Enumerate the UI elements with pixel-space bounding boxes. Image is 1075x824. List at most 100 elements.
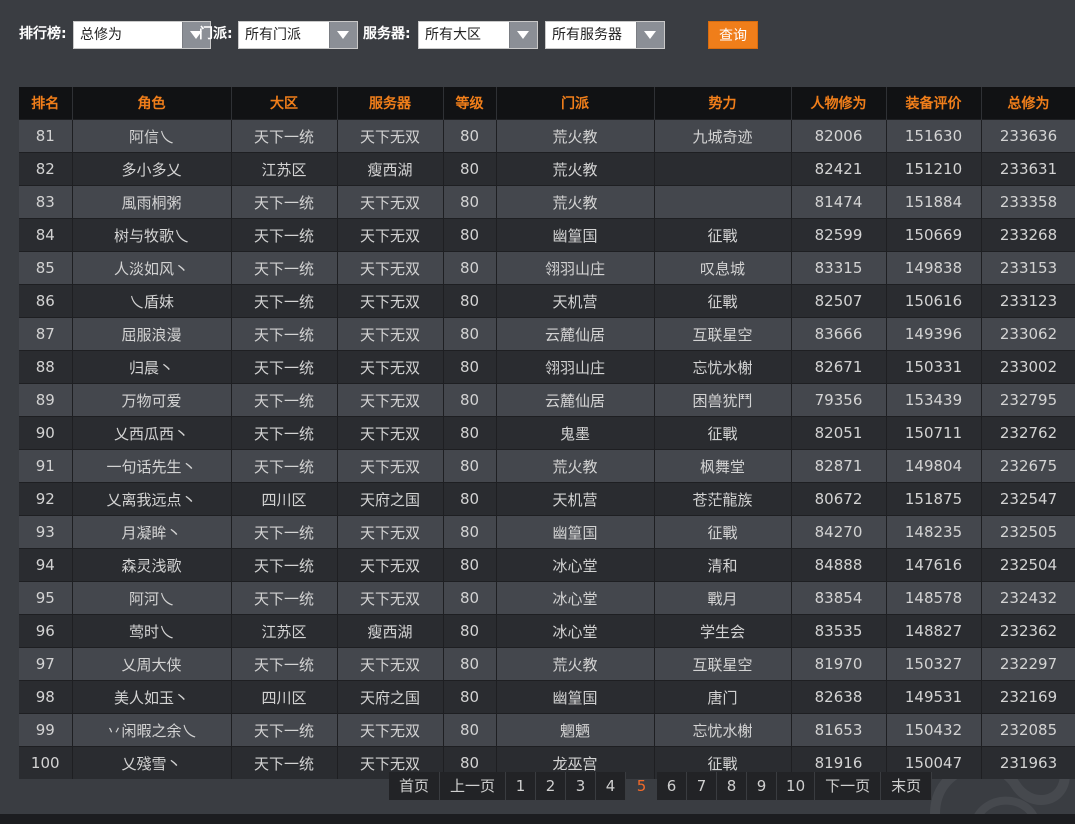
cell-rank: 89	[19, 383, 73, 417]
page-number-button[interactable]: 9	[747, 772, 778, 800]
server-select-value: 所有服务器	[552, 27, 622, 43]
prev-page-button[interactable]: 上一页	[440, 772, 507, 800]
cell-region: 天下一统	[231, 119, 338, 153]
cell-char-cultivation: 84270	[791, 515, 887, 549]
cell-faction: 唐门	[654, 680, 792, 714]
cell-total-cultivation: 233358	[981, 185, 1075, 219]
rank-select[interactable]: 总修为	[73, 21, 211, 49]
page-number-button[interactable]: 8	[717, 772, 748, 800]
cell-character: 人淡如风丶	[72, 251, 232, 285]
page-number-button[interactable]: 1	[506, 772, 537, 800]
cell-rank: 94	[19, 548, 73, 582]
cell-total-cultivation: 233636	[981, 119, 1075, 153]
cell-char-cultivation: 82421	[791, 152, 887, 186]
cell-sect: 翎羽山庄	[496, 350, 655, 384]
cell-total-cultivation: 232505	[981, 515, 1075, 549]
cell-sect: 荒火教	[496, 185, 655, 219]
cell-equip-score: 150711	[886, 416, 982, 450]
rank-select-value: 总修为	[80, 27, 122, 43]
table-row: 91 一句话先生丶 天下一统 天下无双 80 荒火教 枫舞堂 82871 149804 23267…	[19, 449, 1075, 483]
column-header-char-cultivation: 人物修为	[791, 87, 887, 120]
cell-faction: 枫舞堂	[654, 449, 792, 483]
sect-label: 门派:	[199, 26, 233, 42]
chevron-down-icon[interactable]	[509, 22, 537, 48]
query-button[interactable]: 查询	[708, 21, 758, 49]
table-row: 92 乂离我远点丶 四川区 天府之国 80 天机营 苍茫龍族 80672 151875 23254…	[19, 482, 1075, 516]
first-page-button[interactable]: 首页	[389, 772, 441, 800]
chevron-down-icon[interactable]	[636, 22, 664, 48]
cell-total-cultivation: 232169	[981, 680, 1075, 714]
cell-level: 80	[443, 119, 497, 153]
cell-total-cultivation: 232362	[981, 614, 1075, 648]
cell-server: 天下无双	[337, 251, 444, 285]
cell-total-cultivation: 233153	[981, 251, 1075, 285]
column-header-level: 等级	[443, 87, 497, 120]
cell-total-cultivation: 233268	[981, 218, 1075, 252]
cell-region: 天下一统	[231, 251, 338, 285]
region-select[interactable]: 所有大区	[418, 21, 538, 49]
sect-select-value: 所有门派	[245, 27, 301, 43]
cell-sect: 冰心堂	[496, 614, 655, 648]
cell-char-cultivation: 82638	[791, 680, 887, 714]
cell-char-cultivation: 82051	[791, 416, 887, 450]
cell-level: 80	[443, 680, 497, 714]
last-page-button[interactable]: 末页	[881, 772, 933, 800]
cell-region: 天下一统	[231, 416, 338, 450]
server-select[interactable]: 所有服务器	[545, 21, 665, 49]
cell-server: 天下无双	[337, 218, 444, 252]
sect-select[interactable]: 所有门派	[238, 21, 358, 49]
current-page[interactable]: 5	[626, 772, 657, 800]
cell-equip-score: 148578	[886, 581, 982, 615]
cell-total-cultivation: 232795	[981, 383, 1075, 417]
page-number-button[interactable]: 6	[657, 772, 688, 800]
cell-char-cultivation: 82006	[791, 119, 887, 153]
cell-rank: 84	[19, 218, 73, 252]
cell-rank: 100	[19, 746, 73, 779]
cell-level: 80	[443, 449, 497, 483]
page-number-button[interactable]: 7	[687, 772, 718, 800]
page-number-button[interactable]: 4	[596, 772, 627, 800]
cell-level: 80	[443, 548, 497, 582]
cell-equip-score: 149396	[886, 317, 982, 351]
cell-equip-score: 151884	[886, 185, 982, 219]
cell-sect: 冰心堂	[496, 548, 655, 582]
cell-character: 風雨桐粥	[72, 185, 232, 219]
page-number-button[interactable]: 2	[536, 772, 567, 800]
cell-sect: 幽篁国	[496, 218, 655, 252]
cell-sect: 荒火教	[496, 647, 655, 681]
cell-equip-score: 149804	[886, 449, 982, 483]
cell-total-cultivation: 232432	[981, 581, 1075, 615]
cell-character: 归晨丶	[72, 350, 232, 384]
next-page-button[interactable]: 下一页	[815, 772, 882, 800]
table-row: 82 多小多乂 江苏区 瘦西湖 80 荒火教 82421 151210 233631	[19, 152, 1075, 186]
cell-rank: 91	[19, 449, 73, 483]
chevron-down-icon[interactable]	[329, 22, 357, 48]
cell-total-cultivation: 233631	[981, 152, 1075, 186]
cell-level: 80	[443, 416, 497, 450]
cell-rank: 96	[19, 614, 73, 648]
cell-character: 万物可爱	[72, 383, 232, 417]
cell-char-cultivation: 83854	[791, 581, 887, 615]
cell-faction: 九城奇迹	[654, 119, 792, 153]
cell-equip-score: 150432	[886, 713, 982, 747]
cell-sect: 幽篁国	[496, 515, 655, 549]
cell-rank: 92	[19, 482, 73, 516]
cell-total-cultivation: 233062	[981, 317, 1075, 351]
cell-equip-score: 150669	[886, 218, 982, 252]
cell-character: 树与牧歌乀	[72, 218, 232, 252]
cell-server: 天下无双	[337, 449, 444, 483]
cell-equip-score: 151210	[886, 152, 982, 186]
cell-rank: 90	[19, 416, 73, 450]
cell-region: 天下一统	[231, 218, 338, 252]
cell-equip-score: 150327	[886, 647, 982, 681]
page-number-button[interactable]: 10	[777, 772, 816, 800]
cell-equip-score: 150616	[886, 284, 982, 318]
cell-faction: 征戰	[654, 515, 792, 549]
cell-sect: 荒火教	[496, 152, 655, 186]
cell-sect: 冰心堂	[496, 581, 655, 615]
cell-faction: 互联星空	[654, 317, 792, 351]
page-number-button[interactable]: 3	[566, 772, 597, 800]
cell-server: 天府之国	[337, 482, 444, 516]
cell-character: 一句话先生丶	[72, 449, 232, 483]
cell-region: 天下一统	[231, 317, 338, 351]
